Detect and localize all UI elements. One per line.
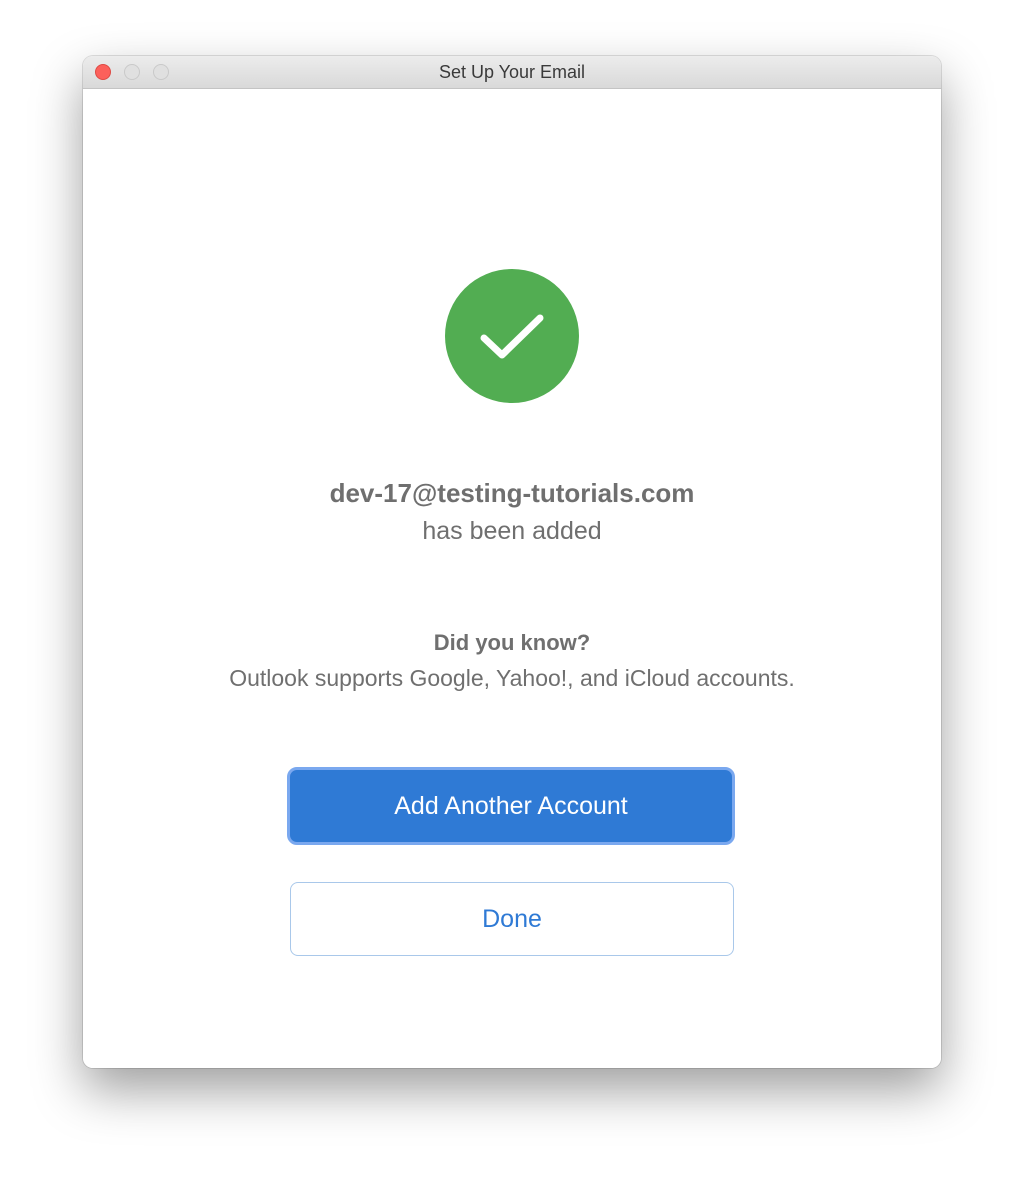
did-you-know-heading: Did you know?	[433, 630, 591, 655]
title-bar[interactable]: Set Up Your Email	[83, 56, 941, 89]
success-checkmark-icon	[445, 269, 579, 403]
add-another-account-button[interactable]: Add Another Account	[287, 767, 735, 845]
setup-complete-panel: dev-17@testing-tutorials.com has been ad…	[83, 89, 941, 1068]
done-button[interactable]: Done	[290, 882, 734, 956]
did-you-know-text: Outlook supports Google, Yahoo!, and iCl…	[229, 665, 795, 691]
window-title: Set Up Your Email	[438, 62, 586, 82]
added-email-address: dev-17@testing-tutorials.com	[329, 478, 695, 508]
added-confirmation-text: has been added	[422, 517, 602, 545]
setup-email-window: Set Up Your Email dev-17@testing-tutoria…	[83, 56, 941, 1068]
